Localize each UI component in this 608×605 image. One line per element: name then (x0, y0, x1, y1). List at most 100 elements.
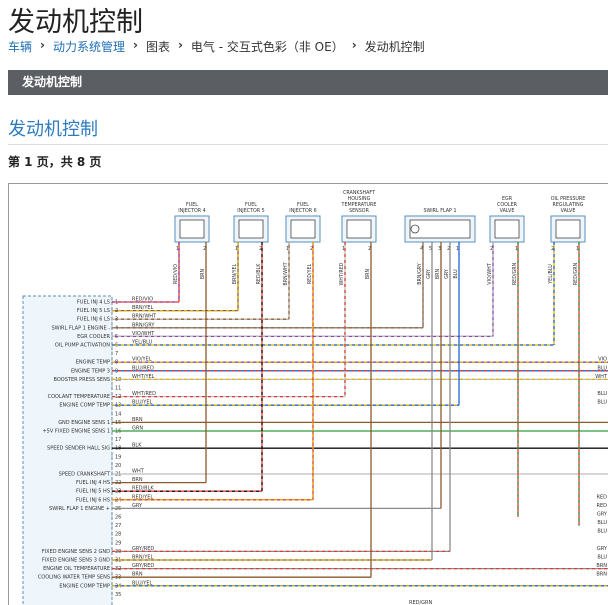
breadcrumb: 车辆 › 动力系统管理 › 图表 › 电气 - 交互式色彩（非 OE） › 发动… (8, 38, 425, 55)
breadcrumb-diagrams[interactable]: 图表 (146, 38, 170, 55)
wire-continuation-label: VIO (598, 357, 607, 363)
ecm-pin-function: FIXED ENGINE SENS 3 GND (42, 558, 110, 564)
component-wire-label: GRY (426, 269, 432, 279)
chevron-right-icon: › (132, 38, 138, 52)
wire-continuation-label: RED/GRN (409, 600, 433, 605)
component-wire-label: RED/BLK (256, 263, 262, 285)
component-label: FUEL (245, 202, 257, 208)
component-symbol (346, 219, 372, 239)
wire-continuation-label: BLU (597, 400, 607, 406)
component-wire-label: BRN (200, 268, 206, 279)
ecm-pin-number: 7 (115, 351, 118, 357)
ecm-pin-function: OIL PUMP ACTIVATION (55, 343, 110, 349)
component-wire-label: BRN/WHT (283, 262, 289, 285)
component-label: TEMPERATURE (341, 202, 377, 208)
ecm-pin-number: 11 (115, 386, 121, 392)
ecm-pin-number: 29 (115, 540, 121, 546)
component-symbol (494, 219, 520, 239)
ecm-pin-function: ENGINE TEMP (76, 360, 110, 366)
breadcrumb-electrical[interactable]: 电气 - 交互式色彩（非 OE） (191, 38, 344, 55)
wire-continuation-label: GRY (597, 512, 608, 518)
component-label: EGR (502, 196, 513, 202)
ecm-pin-function: +5V FIXED ENGINE SENS 1 (42, 429, 110, 435)
breadcrumb-vehicle[interactable]: 车辆 (8, 38, 32, 55)
component-label: INJECTOR 4 (178, 208, 205, 214)
ecm-pin-number: 35 (115, 592, 121, 598)
component-label: OIL PRESSURE (551, 196, 586, 202)
ecm-pin-function: FUEL INJ 6 LS (77, 317, 110, 323)
wire-continuation-label: BRN (596, 572, 607, 578)
breadcrumb-powertrain[interactable]: 动力系统管理 (53, 38, 125, 55)
component-symbol (290, 219, 316, 239)
ecm-pin-number: 19 (115, 454, 121, 460)
chevron-right-icon: › (40, 38, 45, 52)
section-header-bar: 发动机控制 (8, 70, 608, 95)
component-label: SENSOR (349, 208, 369, 214)
motor-icon (410, 224, 420, 234)
chevron-right-icon: › (177, 38, 183, 52)
wire-continuation-label: BLU (597, 555, 607, 561)
component-label: COOLER (497, 202, 518, 208)
wire-continuation-label: BLU (597, 529, 607, 535)
wire-continuation-label: RED (597, 494, 608, 500)
ecm-pin-function: EGR COOLER (77, 334, 110, 340)
ecm-pin-number: 14 (115, 411, 121, 417)
ecm-pin-function: SWIRL FLAP 1 ENGINE + (49, 506, 110, 512)
component-wire-label: VIO/WHT (487, 263, 493, 284)
ecm-pin-function: ENGINE COMP TEMP (59, 403, 110, 409)
wiring-diagram[interactable]: FUEL INJ 4 LS1RED/VIOFUEL INJ 5 LS2BRN/Y… (8, 183, 608, 605)
ecm-pin-function: FUEL INJ 6 HS (76, 497, 110, 503)
component-wire-label: RED/GRN (512, 262, 518, 285)
wire-continuation-label: GRY (597, 546, 608, 552)
ecm-pin-function: SPEED CRANKSHAFT (59, 472, 111, 478)
component-wire-label: RED/YEL (307, 264, 313, 285)
component-wire-label: BRN (365, 268, 371, 279)
page-title: 发动机控制 (8, 7, 143, 38)
component-label: HOUSING (348, 196, 371, 202)
ecm-pin-function: ENGINE COMP TEMP (59, 583, 110, 589)
component-wire-label: RED/GRN (573, 262, 579, 285)
ecm-pin-function: SPEED SENDER HALL SIG (47, 446, 110, 452)
component-wire-label: GRY (444, 269, 450, 279)
wire-continuation-label: BLU (597, 520, 607, 526)
ecm-pin-function: FUEL INJ 4 LS (77, 300, 110, 306)
ecm-pin-function: ENGINE TEMP 3 (71, 368, 110, 374)
component-label: INJECTOR 6 (289, 208, 316, 214)
ecm-pin-function: FUEL INJ 4 HS (76, 480, 110, 486)
component-label: REGULATING (553, 202, 584, 208)
breadcrumb-current: 发动机控制 (364, 40, 425, 54)
component-wire-label: BRN (435, 268, 441, 279)
wire-continuation-label: BLU (597, 391, 607, 397)
ecm-pin-function: COOLANT TEMPERATURE (48, 394, 110, 400)
component-label: VALVE (500, 208, 515, 214)
ecm-pin-number: 28 (115, 532, 121, 538)
component-label: VALVE (561, 208, 576, 214)
component-label: INJECTOR 5 (237, 208, 264, 214)
ecm-pin-number: 17 (115, 437, 121, 443)
wire-continuation-label: BLU (597, 365, 607, 371)
wiring-diagram-svg: FUEL INJ 4 LS1RED/VIOFUEL INJ 5 LS2BRN/Y… (22, 190, 608, 605)
page-indicator: 第 1 页，共 8 页 (8, 155, 102, 169)
component-wire-label: BRN/YEL (232, 263, 238, 284)
component-symbol (238, 219, 264, 239)
ecm-pin-function: BOOSTER PRESS SENS (54, 377, 111, 383)
wire-continuation-label: RED (597, 503, 608, 509)
ecm-pin-number: 27 (115, 523, 121, 529)
component-label: FUEL (297, 202, 309, 208)
wire-continuation-label: WHT (595, 374, 608, 380)
component-label: SWIRL FLAP 1 (423, 208, 456, 214)
ecm-pin-function: COOLING WATER TEMP SENS (38, 575, 110, 581)
ecm-pin-function: FUEL INJ 5 HS (76, 489, 110, 495)
divider (8, 144, 608, 145)
ecm-pin-function: ENGINE OIL TEMPERATURE (43, 566, 110, 572)
ecm-pin-number: 26 (115, 515, 121, 521)
component-symbol (555, 219, 581, 239)
component-wire-label: WHT/RED (339, 262, 345, 285)
wire-continuation-label: BRN (596, 563, 607, 569)
ecm-pin-number: 20 (115, 463, 121, 469)
ecm-pin-function: SWIRL FLAP 1 ENGINE - (51, 325, 110, 331)
chevron-right-icon: › (351, 38, 357, 52)
component-wire-label: BRN/GRY (417, 263, 423, 285)
component-wire-label: BLU (453, 269, 459, 279)
ecm-pin-function: FUEL INJ 5 LS (77, 308, 110, 314)
